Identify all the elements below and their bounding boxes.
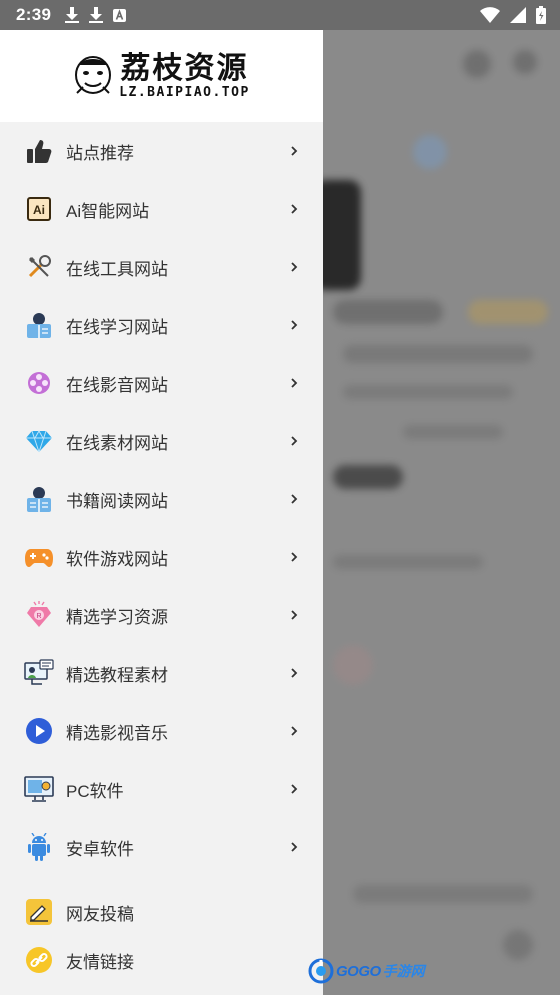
menu-label: 书籍阅读网站: [66, 491, 168, 511]
logo-subtitle: LZ.BAIPIAO.TOP: [119, 84, 250, 100]
chevron-right-icon: [291, 552, 298, 562]
download-icon: [65, 7, 80, 23]
pc-monitor-icon: [24, 774, 54, 804]
menu-item-android-software[interactable]: 安卓软件: [0, 818, 323, 876]
book-reader-icon: [24, 484, 54, 514]
gem-badge-icon: R: [24, 600, 54, 630]
menu-item-friend-links[interactable]: 友情链接: [0, 936, 323, 984]
watermark-logo: GOGO 手游网: [308, 958, 425, 984]
meme-face-icon: [75, 56, 112, 94]
menu-item-online-media[interactable]: 在线影音网站: [0, 354, 323, 412]
chevron-right-icon: [291, 146, 298, 156]
tools-icon: [24, 252, 54, 282]
watermark-brand: GOGO: [336, 962, 381, 980]
menu-item-online-tools[interactable]: 在线工具网站: [0, 238, 323, 296]
link-icon: [24, 945, 54, 975]
diamond-icon: [24, 426, 54, 456]
menu-label: PC软件: [66, 781, 124, 801]
tutorial-screen-icon: [24, 658, 54, 688]
chevron-right-icon: [291, 726, 298, 736]
chevron-right-icon: [291, 204, 298, 214]
menu-label: 软件游戏网站: [66, 549, 168, 569]
chevron-right-icon: [291, 494, 298, 504]
menu-item-selected-video-music[interactable]: 精选影视音乐: [0, 702, 323, 760]
android-icon: [24, 832, 54, 862]
menu-label: 网友投稿: [66, 904, 134, 924]
gogo-logo-icon: [308, 958, 334, 984]
chevron-right-icon: [291, 668, 298, 678]
battery-icon: [536, 6, 546, 24]
chevron-right-icon: [291, 320, 298, 330]
wifi-icon: [480, 7, 500, 23]
student-reading-icon: [24, 310, 54, 340]
menu-label: 安卓软件: [66, 839, 134, 859]
menu-item-pc-software[interactable]: PC软件: [0, 760, 323, 818]
menu-item-site-recommend[interactable]: 站点推荐: [0, 122, 323, 180]
svg-text:R: R: [36, 613, 41, 620]
menu-item-ai-sites[interactable]: Ai Ai智能网站: [0, 180, 323, 238]
menu-label: 站点推荐: [66, 143, 134, 163]
menu-label: 在线工具网站: [66, 259, 168, 279]
menu-label: 在线影音网站: [66, 375, 168, 395]
signal-icon: [510, 7, 526, 23]
menu-item-selected-tutorials[interactable]: 精选教程素材: [0, 644, 323, 702]
film-reel-icon: [24, 368, 54, 398]
menu-item-book-reading[interactable]: 书籍阅读网站: [0, 470, 323, 528]
notification-a-icon: [113, 8, 127, 22]
menu-label: 友情链接: [66, 952, 134, 972]
status-bar: 2:39: [0, 0, 560, 30]
chevron-right-icon: [291, 378, 298, 388]
thumbs-up-icon: [24, 136, 54, 166]
watermark-suffix: 手游网: [382, 963, 425, 979]
drawer-menu: 站点推荐 Ai Ai智能网站 在线工具网站 在线学习网站 在线影音网站 在线素材…: [0, 122, 323, 984]
submit-pen-icon: [24, 897, 54, 927]
chevron-right-icon: [291, 436, 298, 446]
play-circle-icon: [24, 716, 54, 746]
navigation-drawer: 荔枝资源 LZ.BAIPIAO.TOP 站点推荐 Ai Ai智能网站 在线工具网…: [0, 30, 323, 995]
menu-item-selected-learning[interactable]: R 精选学习资源: [0, 586, 323, 644]
background-content[interactable]: [323, 30, 560, 995]
ai-icon: Ai: [24, 194, 54, 224]
menu-label: 在线学习网站: [66, 317, 168, 337]
brand-logo: 荔枝资源 LZ.BAIPIAO.TOP: [73, 50, 250, 100]
download-icon: [89, 7, 104, 23]
menu-item-software-games[interactable]: 软件游戏网站: [0, 528, 323, 586]
gamepad-icon: [24, 542, 54, 572]
menu-spacer: [0, 876, 323, 888]
status-time: 2:39: [16, 5, 52, 24]
logo-title: 荔枝资源: [120, 50, 249, 86]
menu-label: 精选学习资源: [66, 607, 168, 627]
menu-item-online-materials[interactable]: 在线素材网站: [0, 412, 323, 470]
menu-label: 精选影视音乐: [66, 723, 168, 743]
drawer-header: 荔枝资源 LZ.BAIPIAO.TOP: [0, 30, 323, 122]
chevron-right-icon: [291, 784, 298, 794]
chevron-right-icon: [291, 610, 298, 620]
menu-label: 在线素材网站: [66, 433, 168, 453]
menu-item-user-submission[interactable]: 网友投稿: [0, 888, 323, 936]
chevron-right-icon: [291, 262, 298, 272]
menu-label: Ai智能网站: [66, 201, 150, 221]
svg-text:Ai: Ai: [33, 203, 45, 217]
chevron-right-icon: [291, 842, 298, 852]
menu-label: 精选教程素材: [66, 665, 168, 685]
menu-item-online-learning[interactable]: 在线学习网站: [0, 296, 323, 354]
